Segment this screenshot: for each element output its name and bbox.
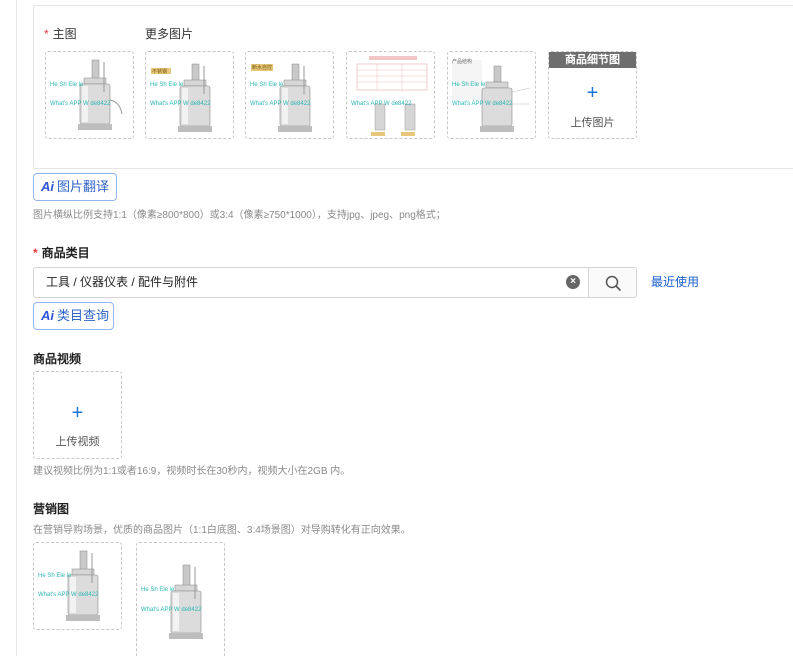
image-translate-button[interactable]: Ai 图片翻译 [33,173,117,201]
recent-used-link[interactable]: 最近使用 [651,273,699,290]
plus-icon: + [71,402,84,424]
watermark-text: He Sh Ele le [50,82,84,88]
watermark-text: What's APP W de8422 [38,592,99,598]
category-value: 工具 / 仪器仪表 / 配件与附件 [46,275,199,289]
upload-image-label: 上传图片 [570,117,615,129]
video-title: 商品视频 [33,352,82,366]
watermark-text: What's APP W de8422 [50,101,111,107]
spec-table-illustration [356,56,428,136]
marketing-hint: 在营销导购场景，优质的商品图片（1:1白底图、3:4场景图）对导购转化有正向效果… [33,525,411,536]
required-mark: * [33,246,38,260]
watermark-text: What's APP W de8422 [250,101,311,107]
watermark-text: What's APP W de8422 [150,101,211,107]
watermark-text: What's APP W de8422 [351,101,412,107]
thumbnail-tag: 产品结构 [452,59,473,65]
image-format-hint: 图片横纵比例支持1:1（像素≥800*800）或3:4（像素≥750*1000）… [33,210,446,221]
search-icon [605,275,621,291]
required-mark: * [44,27,49,41]
structure-illustration [452,60,531,132]
category-title: * 商品类目 [33,246,90,260]
watermark-text: He Sh Ele le [250,82,284,88]
video-hint: 建议视频比例为1:1或者16:9，视频时长在30秒内，视频大小在2GB 内。 [33,466,351,477]
distiller-illustration [169,564,203,639]
more-images-label: 更多图片 [145,27,194,41]
category-input[interactable]: 工具 / 仪器仪表 / 配件与附件 × [33,267,637,298]
product-thumbnail[interactable]: He Sh Ele le What's APP W de8422 [45,51,134,139]
category-search-button[interactable] [588,267,637,298]
image-translate-label: 图片翻译 [57,179,110,194]
detail-image-banner: 商品细节图 [549,52,636,68]
watermark-text: He Sh Ele le [141,587,175,593]
main-image-label: * 主图 [44,27,77,41]
watermark-text: He Sh Ele le [38,573,72,579]
distiller-illustration [78,59,123,130]
product-thumbnail[interactable]: 断水自控 He Sh Ele le What's APP W de8422 [245,51,334,139]
distiller-illustration [66,550,100,621]
ai-logo-icon: Ai [41,179,54,194]
marketing-thumbnail[interactable]: He Sh Ele le What's APP W de8422 [136,542,225,656]
video-upload[interactable]: + 上传视频 [33,371,122,459]
x-circle-icon[interactable]: × [566,275,580,289]
product-thumbnail[interactable]: 不锈钢 He Sh Ele le What's APP W de8422 [145,51,234,139]
plus-icon: + [586,82,599,104]
watermark-text: What's APP W de8422 [141,607,202,613]
category-query-label: 类目查询 [57,308,110,323]
thumbnail-tag: 不锈钢 [152,69,168,75]
watermark-text: What's APP W de8422 [452,101,513,107]
watermark-text: He Sh Ele le [452,82,486,88]
left-divider [16,0,17,656]
product-thumbnail[interactable]: What's APP W de8422 [346,51,435,139]
category-query-button[interactable]: Ai 类目查询 [33,302,114,330]
product-thumbnail[interactable]: 产品结构 He Sh Ele le What's APP W de8422 [447,51,536,139]
marketing-title: 营销图 [33,502,70,516]
watermark-text: He Sh Ele le [150,82,184,88]
ai-logo-icon: Ai [41,308,54,323]
marketing-thumbnail[interactable]: He Sh Ele le What's APP W de8422 [33,542,122,630]
thumbnail-tag: 断水自控 [252,65,273,71]
upload-video-label: 上传视频 [55,436,100,448]
detail-image-upload[interactable]: 商品细节图 + 上传图片 [548,51,637,139]
distiller-illustration [151,63,212,132]
